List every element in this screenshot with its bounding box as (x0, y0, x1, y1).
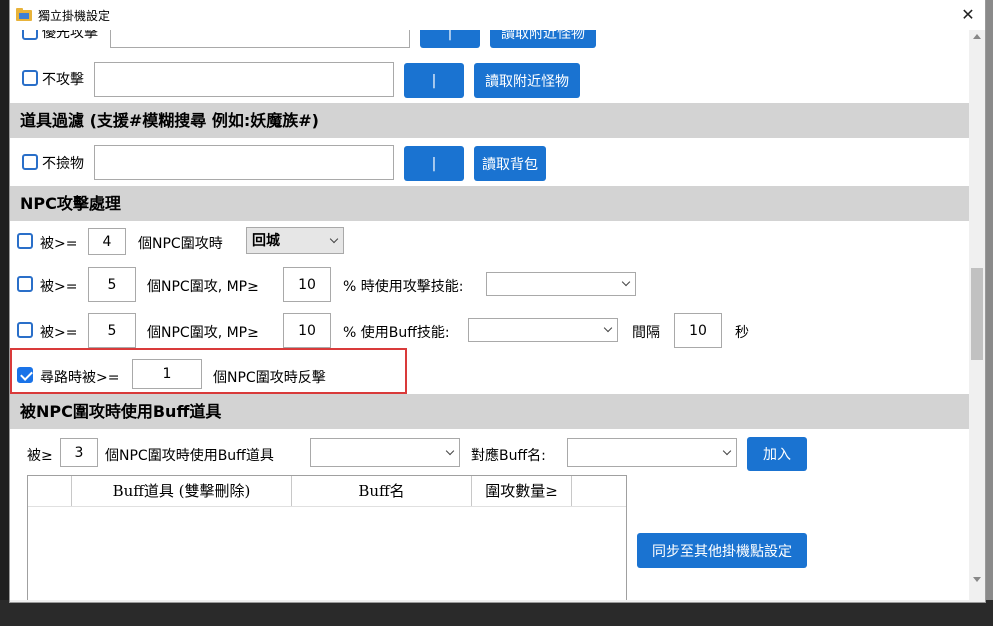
no-attack-input[interactable] (94, 62, 394, 97)
chevron-down-icon (722, 446, 732, 455)
scroll-down-icon[interactable] (973, 577, 981, 582)
table-header-buff-name[interactable]: Buff名 (292, 476, 472, 506)
npc-buff-skill-suffix: % 使用Buff技能: (343, 325, 450, 341)
priority-attack-checkbox[interactable] (22, 30, 38, 40)
sync-settings-button[interactable]: 同步至其他掛機點設定 (637, 533, 807, 568)
npc-buff-skill-select[interactable] (468, 318, 618, 342)
chevron-down-icon (603, 323, 613, 333)
buff-name-label: 對應Buff名: (471, 448, 546, 464)
chevron-down-icon (329, 234, 339, 243)
pathfinding-counterattack-prefix: 尋路時被>= (40, 370, 120, 386)
pathfinding-counterattack-count-input[interactable]: 1 (132, 359, 202, 389)
npc-buff-skill-prefix: 被>= (40, 325, 78, 341)
desktop-background-bottom (0, 600, 993, 626)
chevron-down-icon (621, 277, 631, 287)
npc-attack-header: NPC攻擊處理 (10, 186, 969, 221)
npc-return-checkbox[interactable] (17, 233, 33, 249)
no-attack-read-button[interactable]: 讀取附近怪物 (474, 63, 580, 98)
scroll-up-icon[interactable] (973, 34, 981, 39)
title-bar[interactable]: 獨立掛機設定 ✕ (10, 0, 985, 30)
npc-attack-skill-select[interactable] (486, 272, 636, 296)
vertical-scroll-thumb[interactable] (971, 268, 983, 360)
priority-attack-input[interactable] (110, 30, 410, 48)
npc-return-suffix: 個NPC圍攻時 (138, 236, 223, 252)
npc-buff-skill-mid: 個NPC圍攻, MP≥ (147, 325, 259, 341)
npc-buff-skill-checkbox[interactable] (17, 322, 33, 338)
settings-window: 獨立掛機設定 ✕ 優先攻擊 | 讀取附近怪物 不攻擊 | 讀取附近怪物 道具過濾… (10, 0, 985, 602)
buff-item-header: 被NPC圍攻時使用Buff道具 (10, 394, 969, 429)
npc-buff-interval-unit: 秒 (735, 325, 749, 341)
npc-return-count-input[interactable]: 4 (88, 228, 126, 255)
buff-name-select[interactable] (567, 438, 737, 467)
buff-item-select[interactable] (310, 438, 460, 467)
table-header-count[interactable]: 圍攻數量≥ (472, 476, 572, 506)
table-header-divider (28, 506, 626, 507)
npc-buff-interval-label: 間隔 (632, 325, 660, 341)
window-title: 獨立掛機設定 (38, 9, 111, 23)
npc-buff-interval-input[interactable]: 10 (674, 313, 722, 348)
priority-attack-label: 優先攻擊 (42, 30, 98, 41)
no-pickup-pipe-button[interactable]: | (404, 146, 464, 181)
priority-attack-read-button[interactable]: 讀取附近怪物 (490, 30, 596, 48)
table-header-blank (28, 476, 72, 506)
buff-row-prefix: 被≥ (27, 448, 53, 464)
read-bag-button[interactable]: 讀取背包 (474, 146, 546, 181)
desktop-background-left (0, 0, 10, 626)
npc-attack-skill-prefix: 被>= (40, 279, 78, 295)
npc-attack-skill-mp-input[interactable]: 10 (283, 267, 331, 302)
no-attack-pipe-button[interactable]: | (404, 63, 464, 98)
settings-content: 優先攻擊 | 讀取附近怪物 不攻擊 | 讀取附近怪物 道具過濾 (支援#模糊搜尋… (10, 30, 969, 602)
npc-attack-skill-mid: 個NPC圍攻, MP≥ (147, 279, 259, 295)
no-pickup-label: 不撿物 (42, 156, 84, 172)
npc-attack-skill-count-input[interactable]: 5 (88, 267, 136, 302)
buff-row-count-input[interactable]: 3 (60, 438, 98, 467)
chevron-down-icon (445, 446, 455, 455)
add-button[interactable]: 加入 (747, 437, 807, 471)
table-header-buff-item[interactable]: Buff道具 (雙擊刪除) (72, 476, 292, 506)
npc-return-prefix: 被>= (40, 236, 78, 252)
priority-attack-pipe-button[interactable]: | (420, 30, 480, 48)
npc-return-action-select[interactable]: 回城 (246, 227, 344, 254)
npc-buff-skill-mp-input[interactable]: 10 (283, 313, 331, 348)
no-attack-checkbox[interactable] (22, 70, 38, 86)
item-filter-header: 道具過濾 (支援#模糊搜尋 例如:妖魔族#) (10, 103, 969, 138)
vertical-scrollbar[interactable] (969, 30, 985, 602)
horizontal-scrollbar[interactable] (10, 600, 969, 602)
npc-return-action-value: 回城 (252, 232, 280, 249)
buff-row-mid: 個NPC圍攻時使用Buff道具 (105, 448, 274, 464)
no-pickup-input[interactable] (94, 145, 394, 180)
folder-icon (16, 8, 32, 21)
buff-table[interactable]: Buff道具 (雙擊刪除) Buff名 圍攻數量≥ (27, 475, 627, 602)
npc-attack-skill-suffix: % 時使用攻擊技能: (343, 279, 464, 295)
close-icon[interactable]: ✕ (956, 3, 980, 27)
npc-buff-skill-count-input[interactable]: 5 (88, 313, 136, 348)
no-pickup-checkbox[interactable] (22, 154, 38, 170)
pathfinding-counterattack-checkbox[interactable] (17, 367, 33, 383)
npc-attack-skill-checkbox[interactable] (17, 276, 33, 292)
no-attack-label: 不攻擊 (42, 72, 84, 88)
pathfinding-counterattack-suffix: 個NPC圍攻時反擊 (213, 370, 326, 386)
